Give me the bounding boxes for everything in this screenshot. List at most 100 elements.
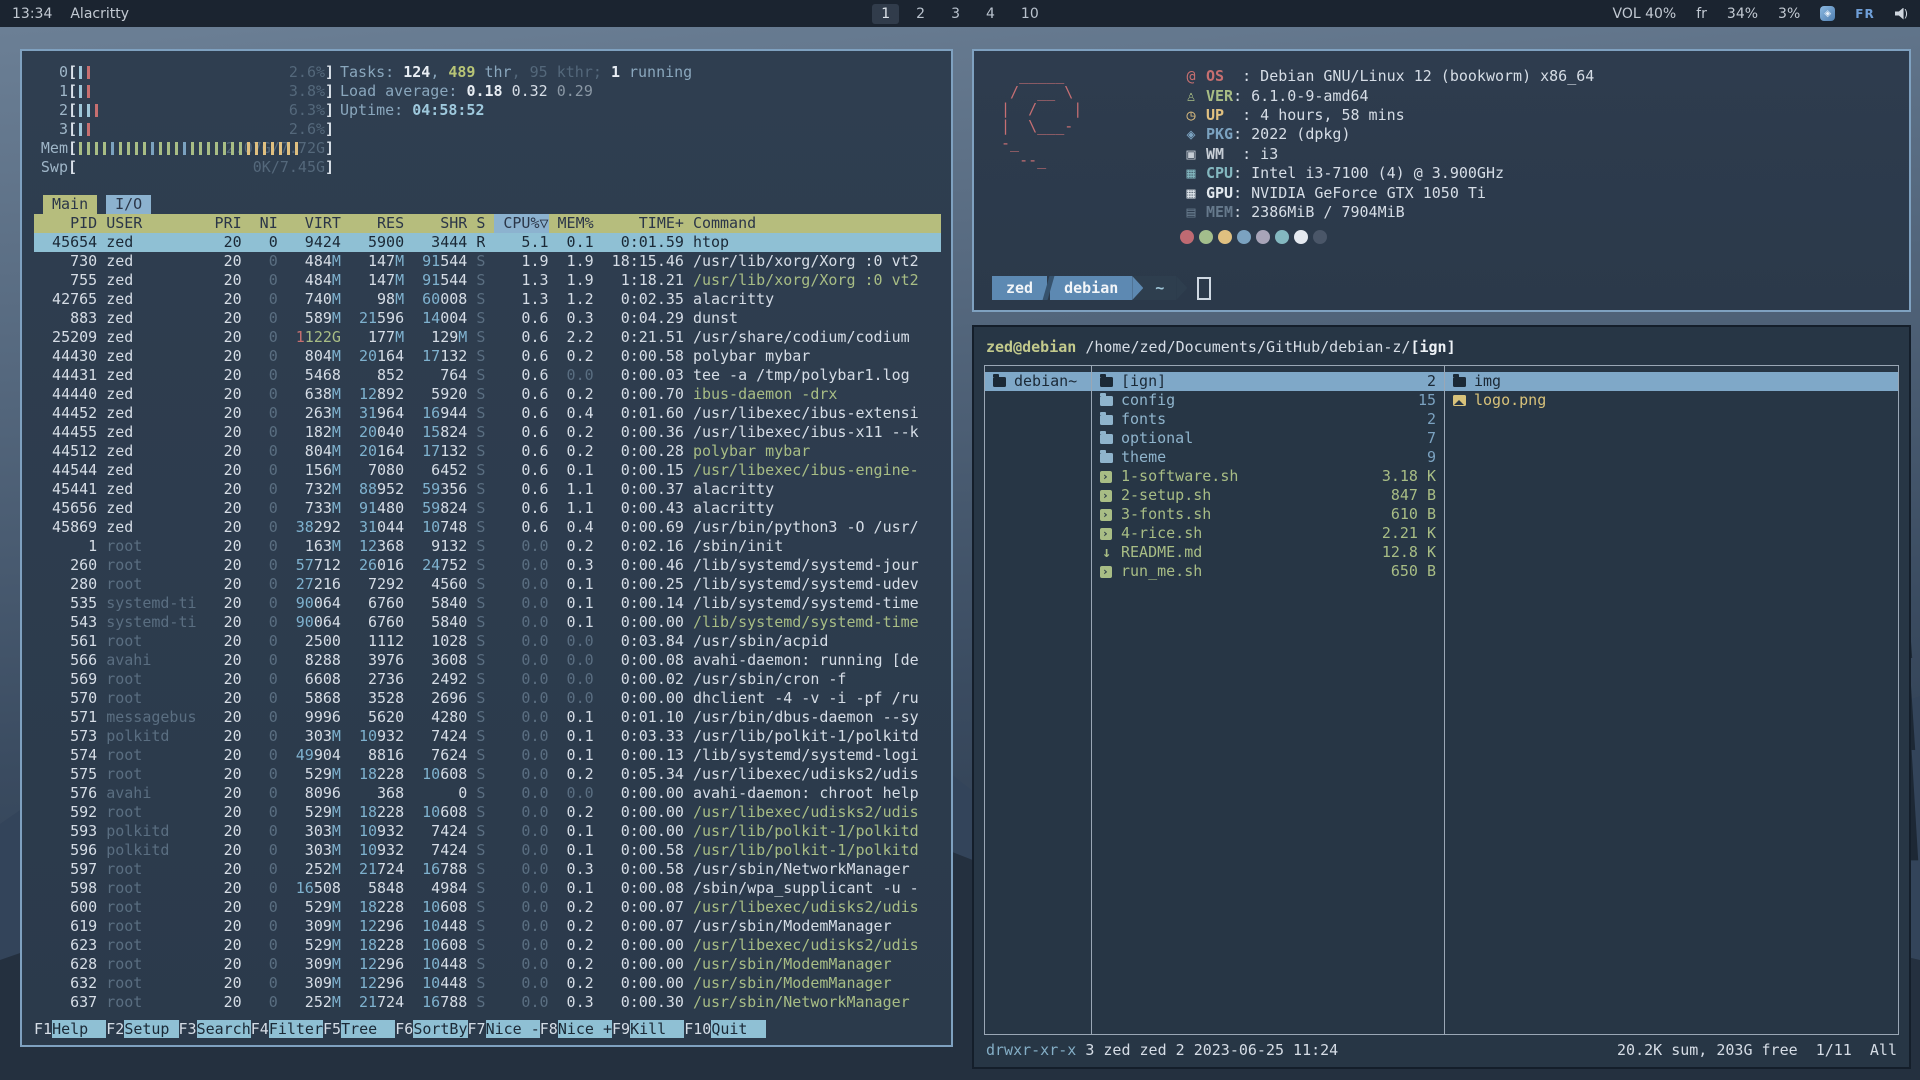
file-list-item[interactable]: config15	[1092, 391, 1444, 410]
process-row[interactable]: 561root200250011121028S0.00.00:03.84/usr…	[34, 632, 941, 651]
htop-terminal-window[interactable]: 0[2.6%]1[3.8%]2[6.3%]3[2.6%]Mem[2.07G/7.…	[20, 49, 953, 1047]
fkey-f7[interactable]: F7Nice -	[468, 1020, 540, 1039]
file-manager-window[interactable]: zed@debian /home/zed/Documents/GitHub/de…	[972, 325, 1911, 1069]
process-row[interactable]: 571messagebus200999656204280S0.00.10:01.…	[34, 708, 941, 727]
preview-item[interactable]: logo.png	[1445, 391, 1898, 410]
column-header-shr[interactable]: SHR	[413, 214, 467, 233]
process-row[interactable]: 45869zed200382923104410748S0.60.40:00.69…	[34, 518, 941, 537]
fetch-terminal-window[interactable]: _____ / __ \ | / | | \___- -_ --_ @OS : …	[972, 49, 1911, 312]
column-header-pri[interactable]: PRI	[206, 214, 242, 233]
column-header-cpu[interactable]: CPU%▽	[494, 214, 548, 233]
file-list-item[interactable]: ↓README.md12.8 K	[1092, 543, 1444, 562]
file-list-item[interactable]: fonts2	[1092, 410, 1444, 429]
file-list-item[interactable]: 1-software.sh3.18 K	[1092, 467, 1444, 486]
file-list-item[interactable]: theme9	[1092, 448, 1444, 467]
process-row[interactable]: 592root200529M1822810608S0.00.20:00.00/u…	[34, 803, 941, 822]
process-row[interactable]: 44440zed200638M128925920S0.60.20:00.70ib…	[34, 385, 941, 404]
fkey-f1[interactable]: F1Help	[34, 1020, 106, 1039]
column-header-user[interactable]: USER	[106, 214, 196, 233]
num-part: 31	[359, 518, 377, 536]
workspace-button-2[interactable]: 2	[907, 4, 934, 24]
script-file-icon	[1100, 509, 1112, 521]
workspace-button-3[interactable]: 3	[942, 4, 969, 24]
fkey-f10[interactable]: F10Quit	[684, 1020, 765, 1039]
process-row[interactable]: 597root200252M2172416788S0.00.30:00.58/u…	[34, 860, 941, 879]
process-row[interactable]: 44455zed200182M2004015824S0.60.20:00.36/…	[34, 423, 941, 442]
process-row[interactable]: 883zed200589M2159614004S0.60.30:04.29dun…	[34, 309, 941, 328]
num-part: 484	[305, 252, 332, 270]
shell-prompt[interactable]: zed debian ~	[992, 276, 1891, 300]
workspace-button-1[interactable]: 1	[872, 4, 899, 24]
workspace-button-4[interactable]: 4	[977, 4, 1004, 24]
process-row[interactable]: 44430zed200804M2016417132S0.60.20:00.58p…	[34, 347, 941, 366]
process-row[interactable]: 45656zed200733M9148059824S0.61.10:00.43a…	[34, 499, 941, 518]
htop-table-header[interactable]: PID USER PRI NI VIRT RES SHR S CPU%▽ MEM% TIME+ Com…	[34, 214, 941, 233]
num-part: 122G	[305, 328, 341, 346]
process-row[interactable]: 45441zed200732M8895259356S0.61.10:00.37a…	[34, 480, 941, 499]
process-row[interactable]: 628root200309M1229610448S0.00.20:00.00/u…	[34, 955, 941, 974]
tab-main[interactable]: Main	[43, 195, 97, 214]
process-row[interactable]: 596polkitd200303M109327424S0.00.10:00.58…	[34, 841, 941, 860]
fkey-f9[interactable]: F9Kill	[612, 1020, 684, 1039]
file-list-item[interactable]: [ign]2	[1092, 372, 1444, 391]
process-row[interactable]: 570root200586835282696S0.00.00:00.00dhcl…	[34, 689, 941, 708]
fkey-f2[interactable]: F2Setup	[106, 1020, 178, 1039]
fkey-f3[interactable]: F3Search	[179, 1020, 251, 1039]
process-row[interactable]: 623root200529M1822810608S0.00.20:00.00/u…	[34, 936, 941, 955]
column-header-mem[interactable]: MEM%	[558, 214, 594, 233]
process-row[interactable]: 1root200163M123689132S0.00.20:02.16/sbin…	[34, 537, 941, 556]
tab-io[interactable]: I/O	[106, 195, 151, 214]
info-label: PKG	[1206, 125, 1233, 144]
file-list-item[interactable]: 3-fonts.sh610 B	[1092, 505, 1444, 524]
process-row[interactable]: 569root200660827362492S0.00.00:00.02/usr…	[34, 670, 941, 689]
file-list-item[interactable]: optional7	[1092, 429, 1444, 448]
workspace-button-10[interactable]: 10	[1012, 4, 1048, 24]
process-row[interactable]: 576avahi20080963680S0.00.00:00.00avahi-d…	[34, 784, 941, 803]
color-dot	[1275, 230, 1289, 244]
preview-item[interactable]: img	[1445, 372, 1898, 391]
column-header-res[interactable]: RES	[350, 214, 404, 233]
process-row[interactable]: 637root200252M2172416788S0.00.30:00.30/u…	[34, 993, 941, 1012]
fkey-f8[interactable]: F8Nice +	[540, 1020, 612, 1039]
file-list-item[interactable]: run_me.sh650 B	[1092, 562, 1444, 581]
process-row[interactable]: 543systemd-ti2009006467605840S0.00.10:00…	[34, 613, 941, 632]
fkey-f5[interactable]: F5Tree	[323, 1020, 395, 1039]
process-row[interactable]: 632root200309M1229610448S0.00.20:00.00/u…	[34, 974, 941, 993]
column-header-virt[interactable]: VIRT	[287, 214, 341, 233]
process-row[interactable]: 574root2004990488167624S0.00.10:00.13/li…	[34, 746, 941, 765]
process-row[interactable]: 260root200577122601624752S0.00.30:00.46/…	[34, 556, 941, 575]
column-header-pid[interactable]: PID	[34, 214, 97, 233]
process-row[interactable]: 45654zed200942459003444R5.10.10:01.59hto…	[34, 233, 941, 252]
process-row[interactable]: 600root200529M1822810608S0.00.20:00.07/u…	[34, 898, 941, 917]
process-row[interactable]: 535systemd-ti2009006467605840S0.00.10:00…	[34, 594, 941, 613]
process-row[interactable]: 44512zed200804M2016417132S0.60.20:00.28p…	[34, 442, 941, 461]
process-row[interactable]: 730zed200484M147M91544S1.91.918:15.46/us…	[34, 252, 941, 271]
meter-bracket: [	[68, 101, 77, 120]
num-part: 309	[305, 974, 332, 992]
file-manager-status-bar: drwxr-xr-x 3 zed zed 2 2023-06-25 11:24 …	[984, 1039, 1899, 1061]
process-row[interactable]: 573polkitd200303M109327424S0.00.10:03.33…	[34, 727, 941, 746]
process-row[interactable]: 755zed200484M147M91544S1.31.91:18.21/usr…	[34, 271, 941, 290]
fkey-f6[interactable]: F6SortBy	[395, 1020, 467, 1039]
cell: 0.0	[558, 670, 594, 689]
column-header-command[interactable]: Command	[693, 214, 941, 233]
column-header-s[interactable]: S	[476, 214, 485, 233]
process-row[interactable]: 619root200309M1229610448S0.00.20:00.07/u…	[34, 917, 941, 936]
process-row[interactable]: 42765zed200740M98M60008S1.31.20:02.35ala…	[34, 290, 941, 309]
process-row[interactable]: 44544zed200156M70806452S0.60.10:00.15/us…	[34, 461, 941, 480]
process-row[interactable]: 598root2001650858484984S0.00.10:00.08/sb…	[34, 879, 941, 898]
process-row[interactable]: 280root2002721672924560S0.00.10:00.25/li…	[34, 575, 941, 594]
process-row[interactable]: 44431zed2005468852764S0.60.00:00.03tee -…	[34, 366, 941, 385]
process-row[interactable]: 593polkitd200303M109327424S0.00.10:00.00…	[34, 822, 941, 841]
fkey-f4[interactable]: F4Filter	[251, 1020, 323, 1039]
file-list-item[interactable]: 4-rice.sh2.21 K	[1092, 524, 1444, 543]
script-file-icon	[1100, 490, 1112, 502]
parent-dir-item[interactable]: debian~	[985, 372, 1091, 391]
file-list-item[interactable]: 2-setup.sh847 B	[1092, 486, 1444, 505]
column-header-time[interactable]: TIME+	[603, 214, 684, 233]
process-row[interactable]: 44452zed200263M3196416944S0.60.40:01.60/…	[34, 404, 941, 423]
process-row[interactable]: 575root200529M1822810608S0.00.20:05.34/u…	[34, 765, 941, 784]
process-row[interactable]: 566avahi200828839763608S0.00.00:00.08ava…	[34, 651, 941, 670]
process-row[interactable]: 25209zed2001122G177M129MS0.62.20:21.51/u…	[34, 328, 941, 347]
column-header-ni[interactable]: NI	[251, 214, 278, 233]
